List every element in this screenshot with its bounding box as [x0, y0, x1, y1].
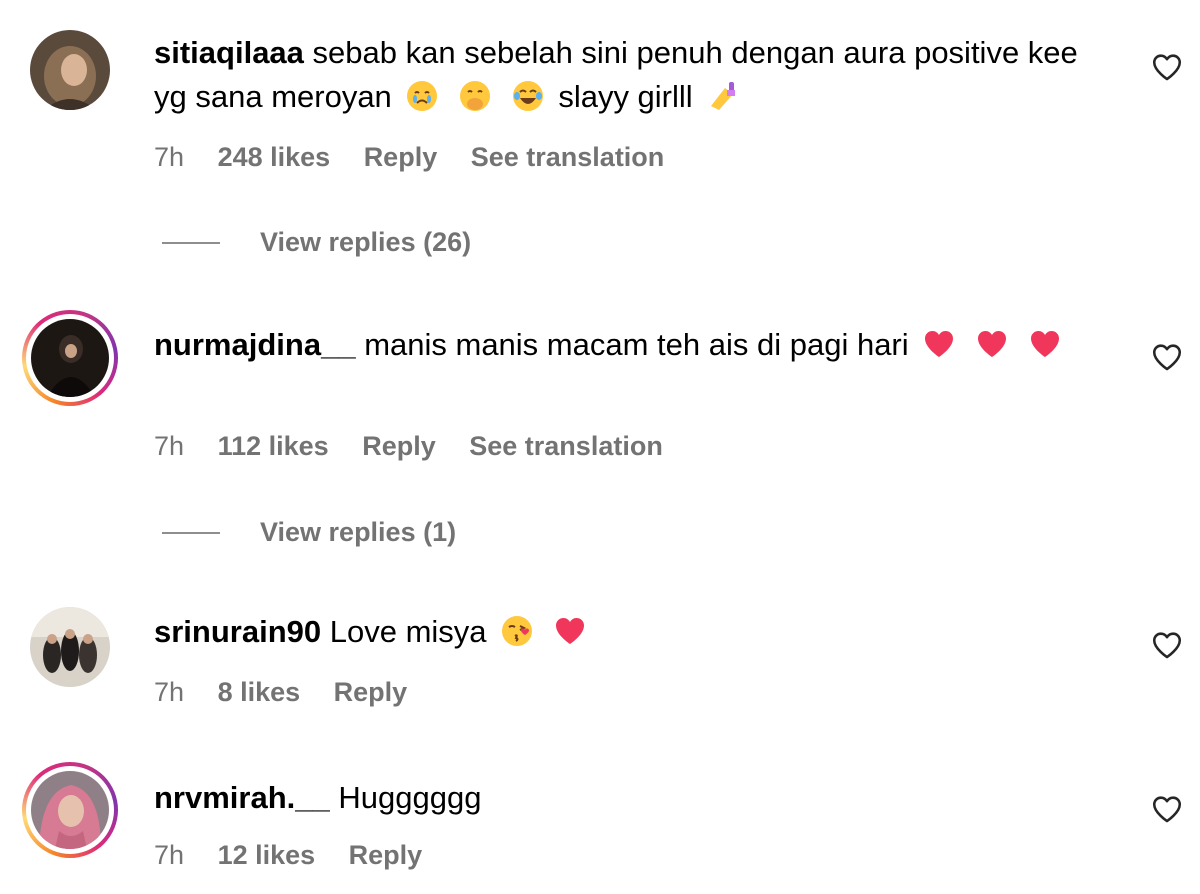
like-heart-icon[interactable] — [1150, 50, 1184, 84]
likes-count[interactable]: 12 likes — [218, 840, 316, 870]
like-heart-icon[interactable] — [1150, 792, 1184, 826]
heart-emoji — [925, 331, 954, 357]
comment-meta: 7h 12 likes Reply — [154, 840, 448, 871]
view-replies-button[interactable]: View replies (1) — [162, 517, 456, 548]
avatar-image — [31, 771, 109, 849]
comment-username[interactable]: nrvmirah.__ — [154, 780, 330, 815]
heart-emoji — [1030, 331, 1059, 357]
comment-username[interactable]: srinurain90 — [154, 614, 321, 649]
comment-meta: 7h 8 likes Reply — [154, 677, 433, 708]
comment-body: Love misya — [329, 614, 487, 649]
avatar-image — [31, 319, 109, 397]
avatar-photo-icon — [30, 30, 110, 110]
like-heart-icon[interactable] — [1150, 340, 1184, 374]
comment-time: 7h — [154, 142, 185, 172]
tears-of-joy-emoji — [512, 81, 543, 111]
avatar-photo-icon — [30, 607, 110, 687]
avatar[interactable] — [22, 599, 118, 695]
comment-text: sitiaqilaaa sebab kan sebelah sini penuh… — [154, 31, 1114, 119]
view-replies-label: View replies (1) — [260, 517, 457, 547]
avatar-ring — [26, 766, 114, 854]
comment-time: 7h — [154, 840, 185, 870]
comment-meta: 7h 248 likes Reply See translation — [154, 142, 690, 173]
like-heart-icon[interactable] — [1150, 628, 1184, 662]
avatar-image — [30, 30, 110, 110]
heart-emoji — [555, 618, 584, 644]
view-replies-label: View replies (26) — [260, 227, 472, 257]
see-translation-button[interactable]: See translation — [471, 142, 665, 172]
comment-text: nurmajdina__ manis manis macam teh ais d… — [154, 323, 1114, 367]
comment-meta: 7h 112 likes Reply See translation — [154, 431, 689, 462]
crying-face-emoji — [407, 81, 438, 111]
replies-divider — [162, 531, 220, 534]
comment-body-end: slayy girlll — [558, 79, 693, 114]
avatar[interactable] — [22, 22, 118, 118]
heart-emoji — [977, 331, 1006, 357]
avatar[interactable] — [22, 310, 118, 406]
see-translation-button[interactable]: See translation — [469, 431, 663, 461]
avatar-photo-icon — [31, 771, 109, 849]
likes-count[interactable]: 8 likes — [218, 677, 301, 707]
reply-button[interactable]: Reply — [362, 431, 436, 461]
comment-text: nrvmirah.__ Hugggggg — [154, 776, 1114, 820]
comment-body: manis manis macam teh ais di pagi hari — [364, 327, 909, 362]
kissing-face-emoji — [502, 616, 533, 646]
reply-button[interactable]: Reply — [334, 677, 408, 707]
comment-username[interactable]: nurmajdina__ — [154, 327, 356, 362]
avatar[interactable] — [22, 762, 118, 858]
avatar-photo-icon — [31, 319, 109, 397]
hand-over-mouth-emoji — [460, 81, 491, 111]
replies-divider — [162, 241, 220, 244]
reply-button[interactable]: Reply — [349, 840, 423, 870]
comment-time: 7h — [154, 431, 185, 461]
likes-count[interactable]: 248 likes — [218, 142, 331, 172]
comment-text: srinurain90 Love misya — [154, 610, 1114, 654]
view-replies-button[interactable]: View replies (26) — [162, 227, 471, 258]
nail-polish-emoji — [711, 82, 736, 110]
likes-count[interactable]: 112 likes — [218, 431, 329, 461]
comment-username[interactable]: sitiaqilaaa — [154, 35, 304, 70]
comment-body: Hugggggg — [338, 780, 482, 815]
reply-button[interactable]: Reply — [364, 142, 438, 172]
avatar-ring — [26, 314, 114, 402]
avatar-image — [30, 607, 110, 687]
comment-time: 7h — [154, 677, 185, 707]
